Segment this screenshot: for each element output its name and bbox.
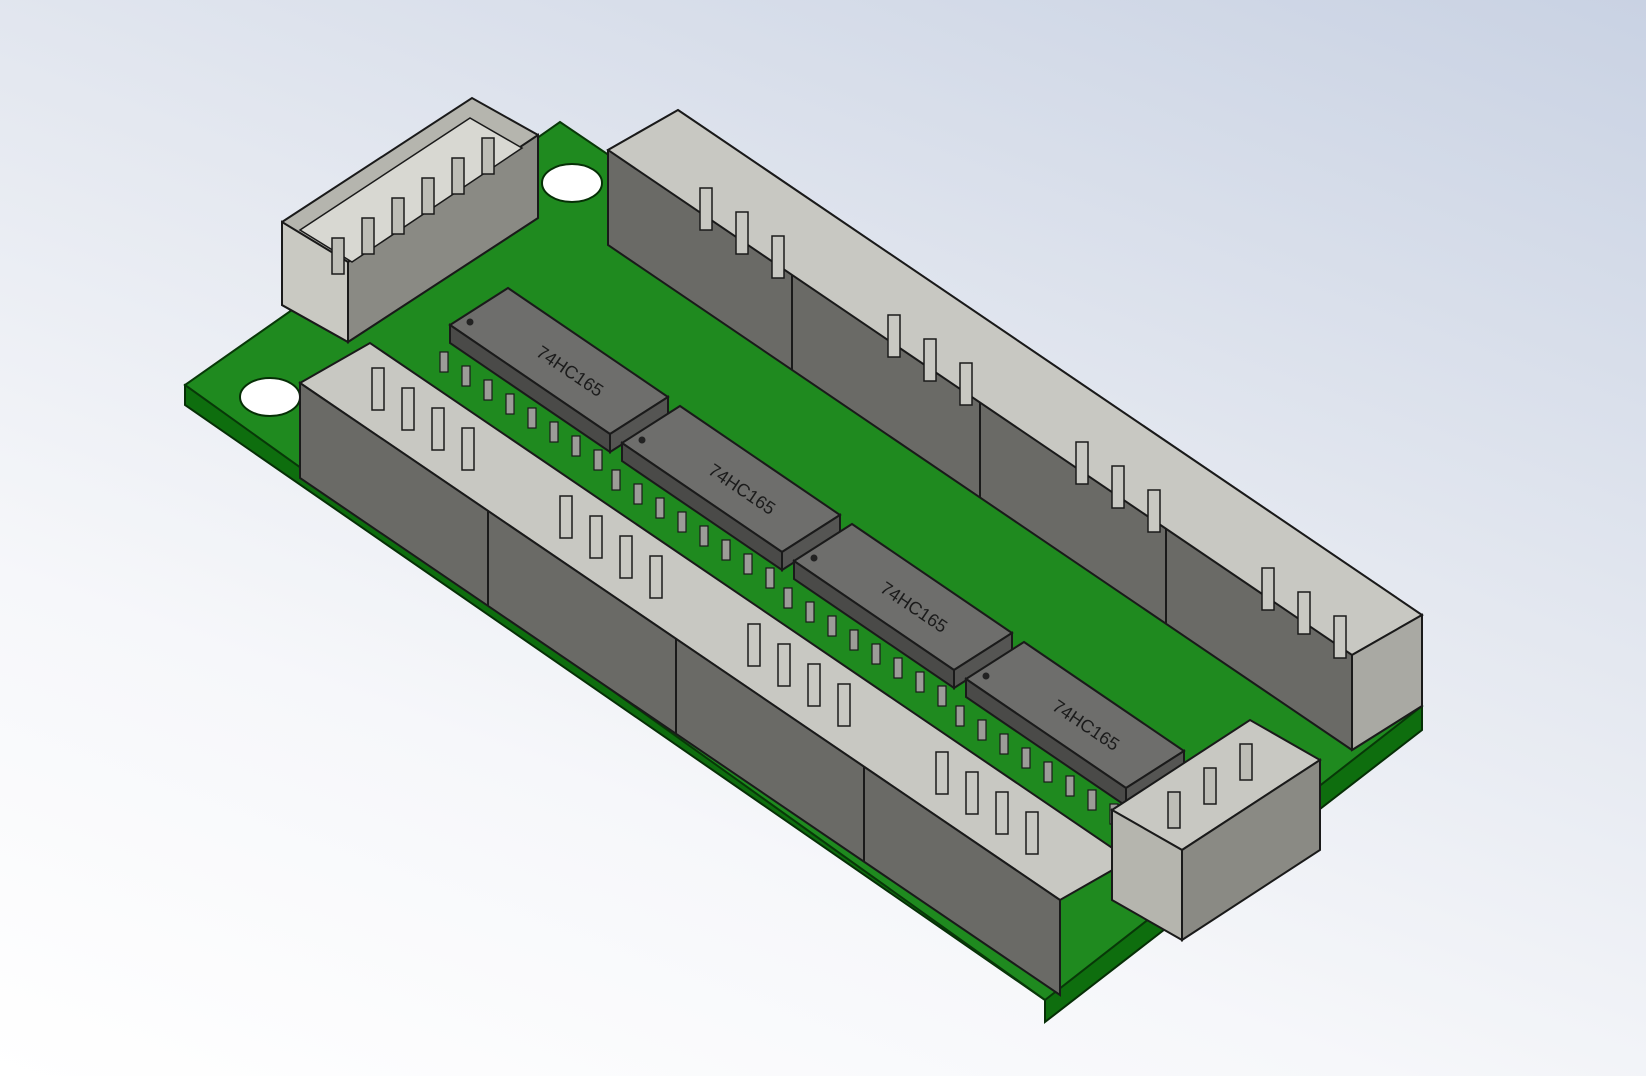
mounting-hole xyxy=(541,163,603,203)
pin1-marker xyxy=(638,436,646,444)
mounting-hole xyxy=(239,377,301,417)
pcb-3d-model[interactable]: 74HC165 74HC165 74HC165 74HC165 xyxy=(0,0,1646,1076)
pin1-marker xyxy=(466,318,474,326)
cad-viewport[interactable]: 74HC165 74HC165 74HC165 74HC165 xyxy=(0,0,1646,1076)
pin1-marker xyxy=(810,554,818,562)
pin1-marker xyxy=(982,672,990,680)
